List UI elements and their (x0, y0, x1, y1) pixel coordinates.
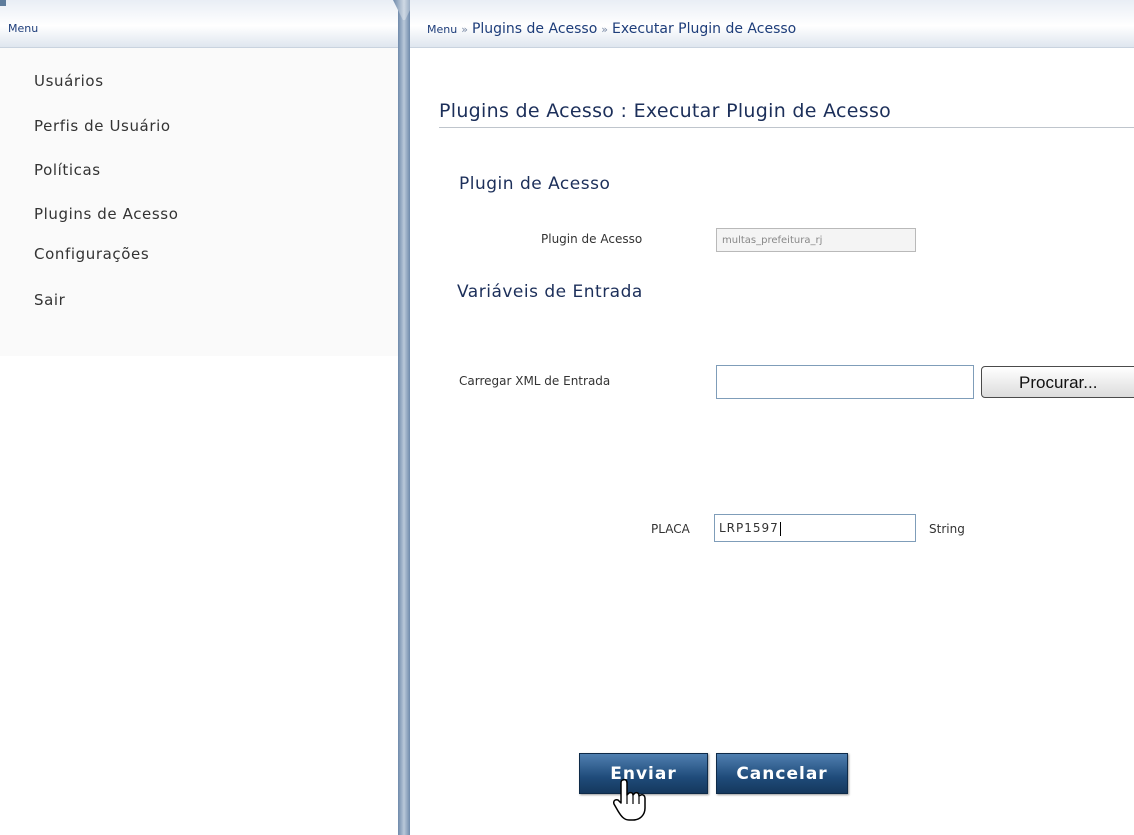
breadcrumb-plugins[interactable]: Plugins de Acesso (472, 21, 597, 37)
menu-header-title: Menu (8, 22, 39, 35)
sidebar-item-perfis[interactable]: Perfis de Usuário (34, 117, 171, 135)
xml-file-input[interactable] (716, 365, 974, 399)
title-divider (439, 127, 1134, 128)
breadcrumb: Menu» Plugins de Acesso» Executar Plugin d… (427, 21, 796, 37)
text-caret (779, 521, 781, 536)
breadcrumb-menu[interactable]: Menu (427, 23, 457, 36)
sidebar-item-configuracoes[interactable]: Configurações (34, 245, 149, 263)
breadcrumb-separator: » (601, 23, 609, 36)
menu-corner (0, 0, 6, 6)
plugin-section-heading: Plugin de Acesso (459, 174, 611, 194)
plugin-field: multas_prefeitura_rj (716, 228, 916, 252)
cancel-button[interactable]: Cancelar (716, 753, 848, 794)
placa-value: LRP1597 (719, 521, 779, 535)
page-title: Plugins de Acesso : Executar Plugin de A… (439, 100, 892, 122)
sidebar-item-plugins[interactable]: Plugins de Acesso (34, 205, 179, 223)
panel-splitter[interactable] (398, 0, 410, 835)
input-vars-heading: Variáveis de Entrada (457, 282, 643, 302)
breadcrumb-current: Executar Plugin de Acesso (612, 21, 797, 37)
placa-input[interactable]: LRP1597 (714, 514, 916, 542)
menu-header: Menu (0, 0, 398, 48)
breadcrumb-bar: Menu» Plugins de Acesso» Executar Plugin d… (410, 0, 1134, 48)
sidebar-item-usuarios[interactable]: Usuários (34, 72, 104, 90)
sidebar-item-sair[interactable]: Sair (34, 291, 65, 309)
sidebar-item-politicas[interactable]: Políticas (34, 161, 101, 179)
sidebar-menu: Usuários Perfis de Usuário Políticas Plu… (0, 48, 398, 356)
placa-type-label: String (929, 522, 965, 536)
hand-cursor-icon (613, 778, 646, 821)
plugin-label: Plugin de Acesso (541, 232, 643, 246)
breadcrumb-separator: » (461, 23, 468, 36)
browse-button[interactable]: Procurar... (981, 366, 1134, 398)
placa-label: PLACA (651, 522, 690, 536)
xml-upload-label: Carregar XML de Entrada (459, 374, 611, 388)
